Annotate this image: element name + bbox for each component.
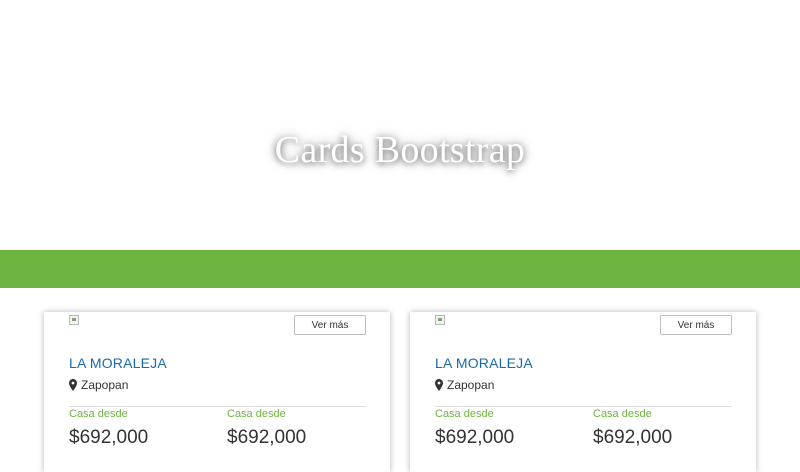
card-location: Zapopan xyxy=(69,378,128,392)
ver-mas-button[interactable]: Ver más xyxy=(660,315,732,335)
hero-section: Cards Bootstrap xyxy=(0,0,800,250)
cards-container: Ver más LA MORALEJA Zapopan Casa desde C… xyxy=(0,288,800,472)
card-title[interactable]: LA MORALEJA xyxy=(69,355,167,371)
divider xyxy=(435,406,732,407)
property-card: Ver más LA MORALEJA Zapopan Casa desde C… xyxy=(410,312,756,472)
price-value: $692,000 xyxy=(435,427,515,448)
price-label: Casa desde xyxy=(593,408,652,420)
price-value: $692,000 xyxy=(227,427,307,448)
price-value: $692,000 xyxy=(593,427,673,448)
map-pin-icon xyxy=(435,379,443,391)
price-label: Casa desde xyxy=(69,408,128,420)
price-label: Casa desde xyxy=(227,408,286,420)
ver-mas-button[interactable]: Ver más xyxy=(294,315,366,335)
broken-image-icon xyxy=(435,315,445,325)
page-title: Cards Bootstrap xyxy=(274,129,526,171)
location-label: Zapopan xyxy=(81,378,129,392)
price-label: Casa desde xyxy=(435,408,494,420)
card-title[interactable]: LA MORALEJA xyxy=(435,355,533,371)
divider xyxy=(69,406,366,407)
broken-image-icon xyxy=(69,315,79,325)
location-label: Zapopan xyxy=(447,378,495,392)
green-band xyxy=(0,250,800,288)
property-card: Ver más LA MORALEJA Zapopan Casa desde C… xyxy=(44,312,390,472)
price-value: $692,000 xyxy=(69,427,149,448)
card-location: Zapopan xyxy=(435,378,494,392)
map-pin-icon xyxy=(69,379,77,391)
